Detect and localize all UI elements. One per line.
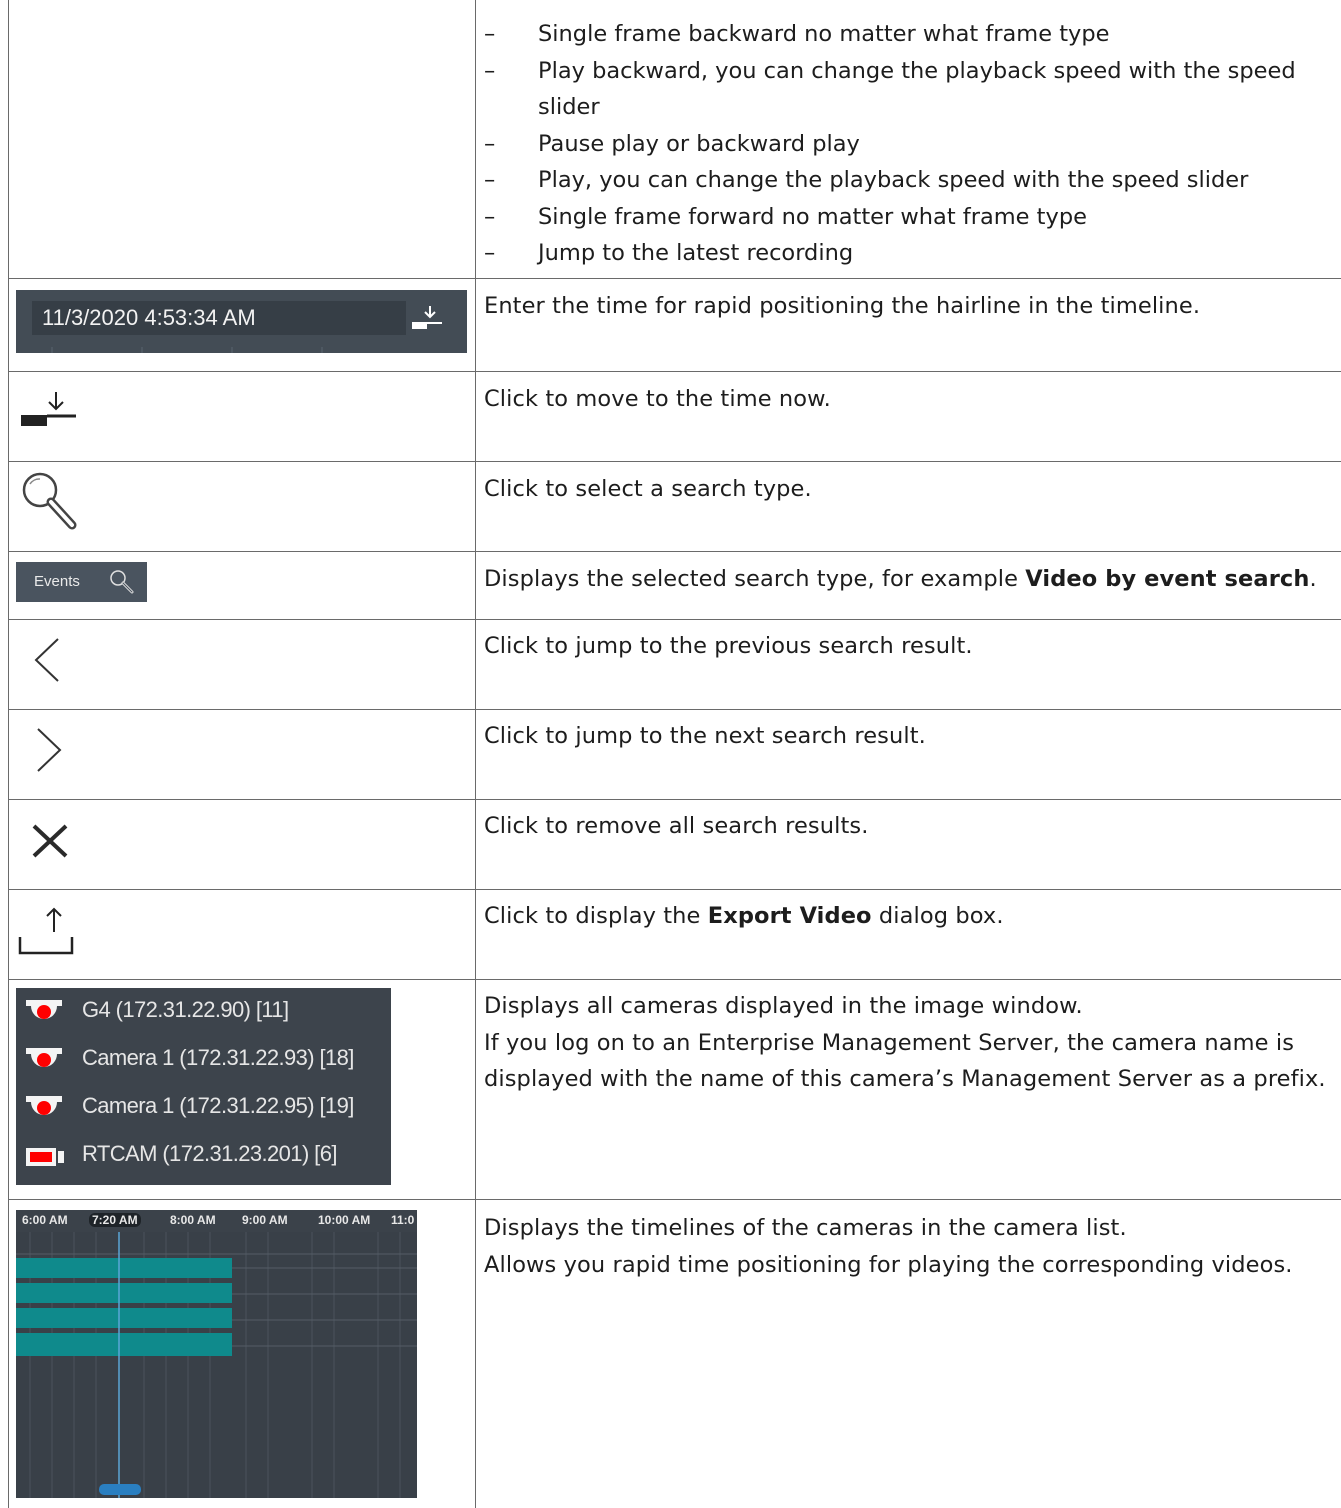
camera-list-description: Displays all cameras displayed in the im… (484, 993, 1326, 1092)
dome-camera-icon (26, 1048, 62, 1067)
magnifier-icon[interactable] (20, 470, 80, 532)
list-item: – Single frame backward no matter what fr… (484, 21, 1110, 47)
list-item: – Jump to the latest recording (484, 240, 854, 266)
search-type-description: Click to select a search type. (484, 476, 812, 502)
camera-list-item[interactable]: Camera 1 (172.31.22.95) [19] (16, 1084, 391, 1132)
close-icon[interactable] (30, 823, 70, 859)
time-input-value: 11/3/2020 4:53:34 AM (42, 305, 256, 330)
chevron-left-icon[interactable] (30, 636, 64, 686)
move-to-now-icon[interactable] (18, 390, 78, 430)
timeline-panel[interactable]: 6:00 AM 7:20 AM 8:00 AM 9:00 AM 10:00 AM… (16, 1210, 417, 1498)
row-divider (8, 709, 1341, 710)
camera-name: Camera 1 (172.31.22.93) [18] (82, 1045, 354, 1070)
list-item: – Single frame forward no matter what fra… (484, 203, 1087, 230)
events-search-button[interactable]: Events (16, 562, 147, 602)
previous-description: Click to jump to the previous search res… (484, 633, 973, 659)
playback-controls-list: – Single frame backward no matter what fr… (484, 16, 1334, 272)
camera-list: G4 (172.31.22.90) [11] Camera 1 (172.31.… (16, 988, 391, 1185)
row-divider (8, 551, 1341, 552)
table-column-divider (475, 0, 476, 1508)
camera-name: RTCAM (172.31.23.201) [6] (82, 1141, 337, 1166)
row-divider (8, 371, 1341, 372)
time-field-panel: 11/3/2020 4:53:34 AM (16, 290, 467, 353)
document-page: – Single frame backward no matter what fr… (0, 0, 1341, 1508)
timeline-label: 9:00 AM (242, 1213, 288, 1227)
timeline-label: 8:00 AM (170, 1213, 216, 1227)
camera-list-item[interactable]: G4 (172.31.22.90) [11] (16, 988, 391, 1036)
timeline-grid (16, 1224, 417, 1498)
time-field-description: Enter the time for rapid positioning the… (484, 293, 1201, 319)
time-now-description: Click to move to the time now. (484, 386, 831, 412)
list-item: – Play backward, you can change the playb… (484, 57, 1296, 121)
next-description: Click to jump to the next search result. (484, 723, 926, 749)
timeline-hairline-label: 7:20 AM (89, 1213, 141, 1227)
camera-list-item[interactable]: Camera 1 (172.31.22.93) [18] (16, 1036, 391, 1084)
timeline-label: 6:00 AM (22, 1213, 68, 1227)
camera-name: G4 (172.31.22.90) [11] (82, 997, 289, 1022)
row-divider (8, 461, 1341, 462)
list-item: – Play, you can change the playback speed… (484, 167, 1249, 193)
time-field-ticks (51, 347, 323, 353)
camera-list-item[interactable]: RTCAM (172.31.23.201) [6] (16, 1132, 391, 1180)
magnifier-icon (110, 570, 134, 594)
chevron-right-icon[interactable] (32, 726, 66, 776)
export-icon[interactable] (18, 905, 78, 957)
row-divider (8, 619, 1341, 620)
row-divider (8, 889, 1341, 890)
row-divider (8, 278, 1341, 279)
timeline-description: Displays the timelines of the cameras in… (484, 1215, 1293, 1278)
export-description: Click to display the Export Video dialog… (484, 903, 1004, 929)
row-divider (8, 799, 1341, 800)
list-item: – Pause play or backward play (484, 130, 860, 157)
events-description: Displays the selected search type, for e… (484, 566, 1317, 592)
timeline-label: 10:00 AM (318, 1213, 371, 1227)
events-label: Events (34, 573, 80, 590)
row-divider (8, 979, 1341, 980)
dome-camera-icon (26, 1000, 62, 1019)
move-to-now-icon[interactable] (408, 304, 444, 334)
row-divider (8, 1199, 1341, 1200)
dome-camera-icon (26, 1096, 62, 1115)
table-border-left (8, 0, 9, 1508)
camera-name: Camera 1 (172.31.22.95) [19] (82, 1093, 354, 1118)
timeline-label: 11:0 (391, 1213, 415, 1227)
box-camera-icon (26, 1148, 64, 1166)
remove-description: Click to remove all search results. (484, 813, 869, 839)
